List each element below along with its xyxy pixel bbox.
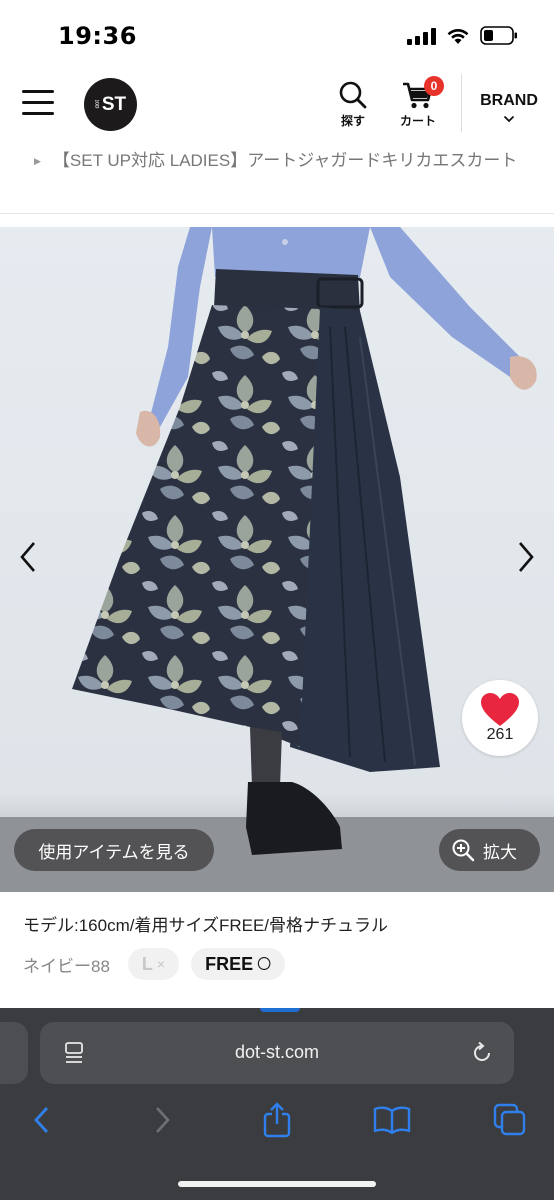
view-items-label: 使用アイテムを見る — [38, 842, 190, 862]
bookmarks-icon — [373, 1106, 411, 1135]
page-indicator — [260, 1008, 300, 1012]
chevron-right-icon[interactable] — [510, 537, 540, 577]
forward-icon — [156, 1107, 170, 1133]
share-button[interactable] — [257, 1100, 297, 1140]
tabs-icon — [493, 1103, 526, 1136]
header-divider — [461, 74, 462, 132]
size-label: L — [141, 953, 153, 974]
chevron-left-icon[interactable] — [14, 537, 44, 577]
logo-small-text: dot — [94, 100, 101, 109]
site-header: dot ST 探す カート 0 BRAND — [0, 70, 554, 138]
forward-button[interactable] — [142, 1100, 182, 1140]
back-icon — [34, 1107, 49, 1133]
product-image[interactable]: 261 使用アイテムを見る 拡大 — [0, 227, 554, 892]
breadcrumb-arrow-icon: ▶ — [34, 156, 41, 167]
zoom-button[interactable]: 拡大 — [439, 829, 540, 871]
reload-icon[interactable] — [470, 1041, 494, 1065]
color-name: ネイビー88 — [23, 956, 110, 976]
back-button[interactable] — [22, 1100, 62, 1140]
in-stock-mark: 〇 — [257, 956, 272, 972]
tabs-button[interactable] — [490, 1100, 530, 1140]
status-time: 19:36 — [58, 22, 137, 50]
browser-toolbar: dot-st.com — [0, 1008, 554, 1200]
size-option-l[interactable]: L × — [127, 948, 180, 980]
logo-text: ST — [101, 93, 127, 115]
hamburger-icon — [22, 90, 54, 93]
share-icon — [263, 1102, 291, 1138]
site-logo[interactable]: dot ST — [84, 78, 137, 131]
previous-tab-preview[interactable] — [0, 1022, 28, 1084]
breadcrumb: ▶ 【SET UP対応 LADIES】アートジャガードキリカエスカート — [22, 146, 532, 176]
cart-button[interactable]: カート 0 — [400, 76, 444, 129]
sold-out-mark: × — [156, 956, 166, 972]
size-selector: ネイビー88 L × FREE 〇 — [23, 947, 297, 981]
search-icon — [339, 81, 367, 109]
cellular-signal-icon — [407, 27, 436, 45]
like-count: 261 — [486, 726, 514, 743]
cart-count-badge: 0 — [424, 76, 444, 96]
heart-icon — [481, 693, 519, 726]
divider — [0, 213, 554, 214]
cart-label: カート — [400, 114, 437, 128]
breadcrumb-product-title: 【SET UP対応 LADIES】アートジャガードキリカエスカート — [52, 151, 518, 170]
zoom-in-icon — [452, 839, 475, 862]
zoom-label: 拡大 — [483, 842, 517, 862]
model-info: モデル:160cm/着用サイズFREE/骨格ナチュラル — [23, 916, 389, 935]
menu-button[interactable] — [22, 90, 54, 116]
bookmarks-button[interactable] — [372, 1100, 412, 1140]
size-option-free[interactable]: FREE 〇 — [191, 948, 286, 980]
chevron-down-icon — [503, 115, 515, 123]
wifi-icon — [447, 28, 469, 44]
search-label: 探す — [340, 114, 365, 128]
view-items-button[interactable]: 使用アイテムを見る — [14, 829, 214, 871]
like-button[interactable]: 261 — [462, 680, 538, 756]
url-text: dot-st.com — [234, 1042, 320, 1062]
address-bar[interactable]: dot-st.com — [40, 1022, 514, 1084]
status-icons — [407, 26, 518, 45]
brand-label: BRAND — [480, 92, 538, 109]
size-label: FREE — [205, 953, 254, 974]
status-bar: 19:36 — [0, 0, 554, 70]
product-photo — [0, 227, 554, 892]
battery-icon — [480, 26, 517, 45]
brand-menu-button[interactable]: BRAND — [478, 92, 540, 128]
home-indicator — [178, 1181, 376, 1187]
search-button[interactable]: 探す — [338, 80, 368, 129]
